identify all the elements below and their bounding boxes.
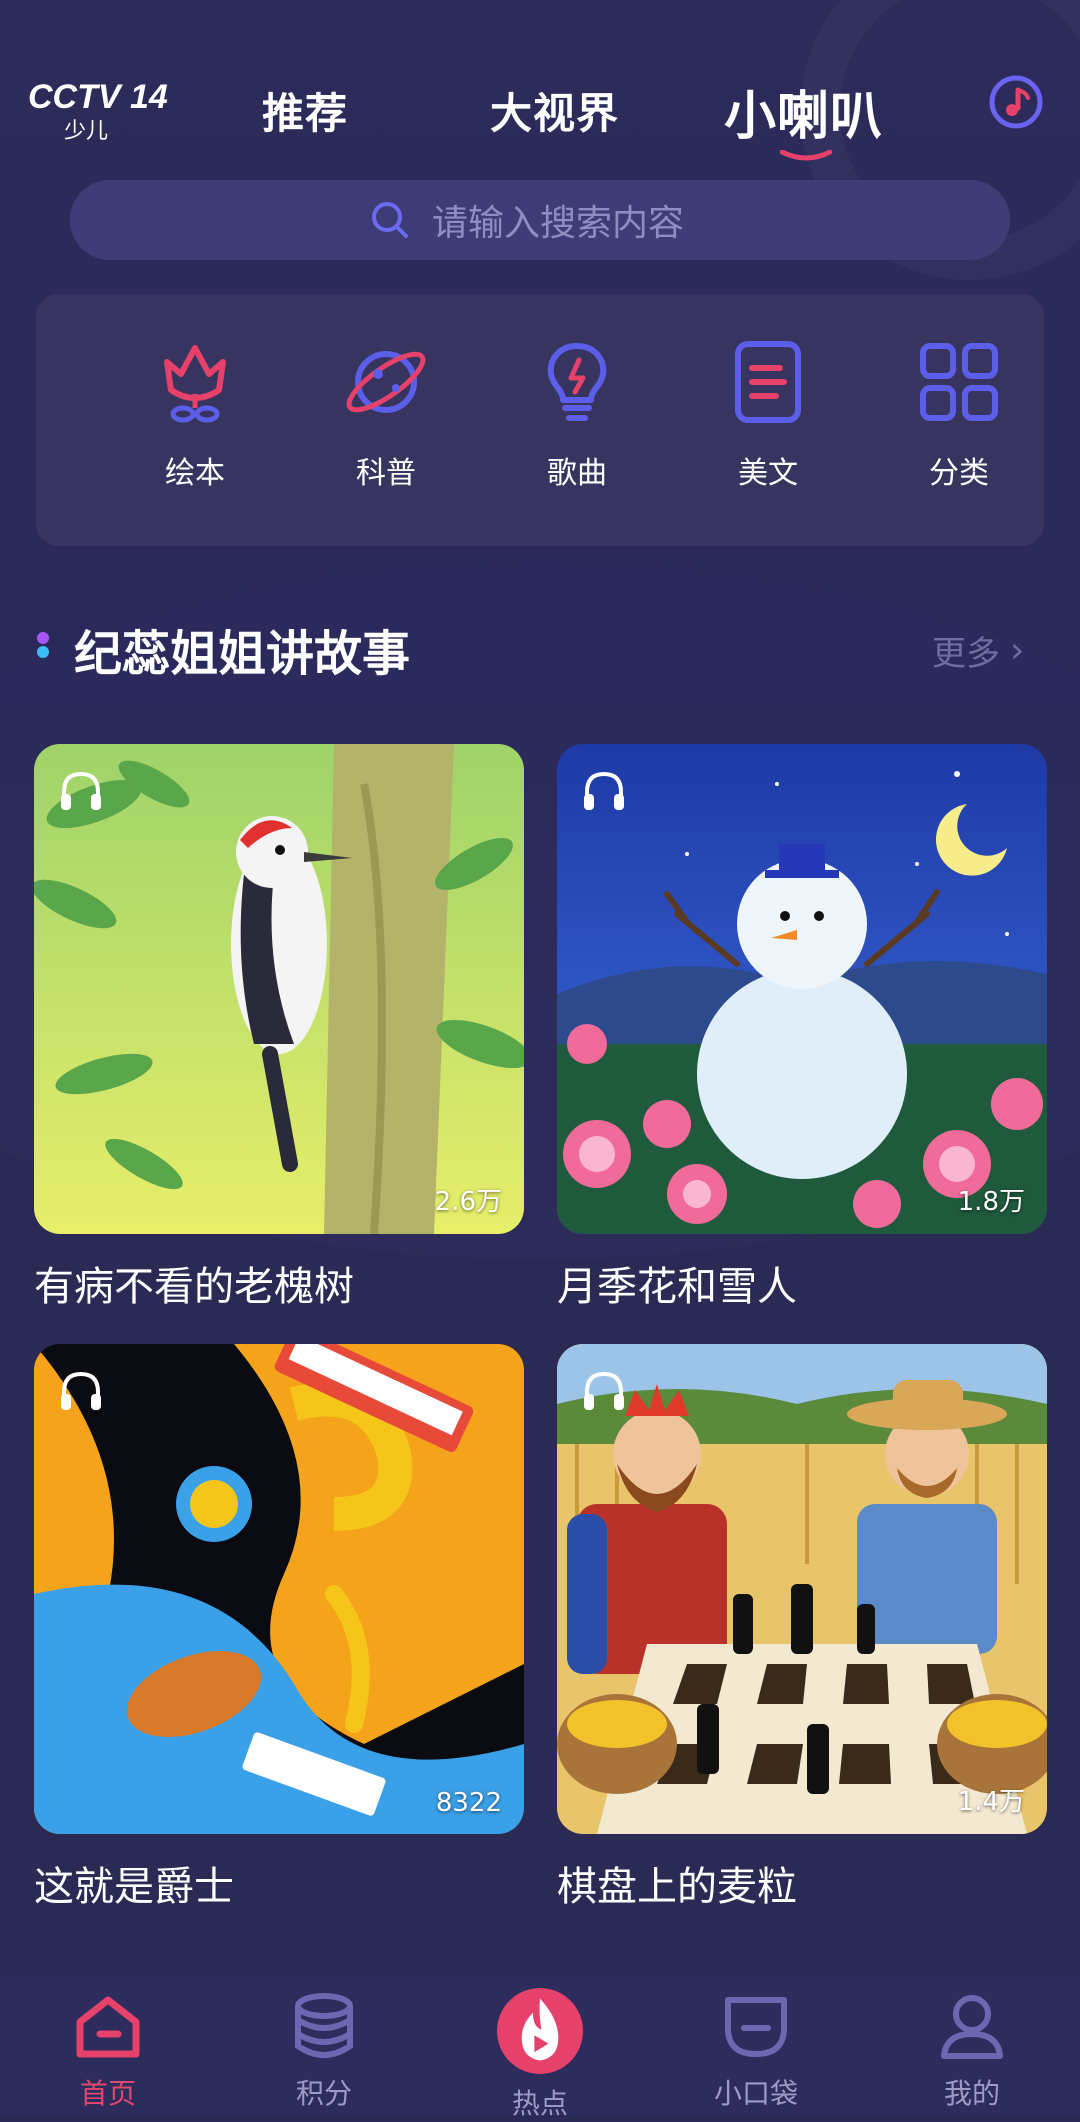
headphones-icon [584,771,624,810]
category-label: 科普 [356,456,416,491]
tab-pocket[interactable]: 小口袋 [691,1988,821,2112]
category-songs[interactable]: 歌曲 [507,334,647,492]
jazz-instruments-illustration [34,1344,524,1834]
chessboard-wheat-illustration [557,1344,1047,1834]
category-label: 分类 [929,456,989,491]
cctv14-logo: CCTV 14 少儿 [28,72,188,144]
more-label: 更多 [932,634,1000,674]
story-cover[interactable]: 2.6万 [34,744,524,1234]
music-note-icon[interactable] [986,72,1046,132]
headphones-icon [584,1371,624,1410]
story-card[interactable]: 2.6万 有病不看的老槐树 [34,744,524,1312]
logo-sub: 少儿 [64,119,108,142]
section-title: 纪蕊姐姐讲故事 [74,626,411,682]
document-icon [735,341,801,423]
chevron-right-icon: › [1010,630,1025,671]
search-placeholder: 请输入搜索内容 [432,203,685,244]
flower-book-icon [164,345,226,423]
grid-icon [920,343,998,421]
story-title[interactable]: 有病不看的老槐树 [34,1254,524,1312]
category-science[interactable]: 科普 [316,334,456,492]
story-card[interactable]: 8322 这就是爵士 [34,1344,524,1912]
coins-icon [295,1993,353,2058]
tab-label: 小口袋 [713,2077,798,2110]
tab-me[interactable]: 我的 [907,1988,1037,2112]
tab-home[interactable]: 首页 [43,1988,173,2112]
tab-label: 积分 [295,2077,352,2110]
search-icon [372,202,408,238]
tab-points[interactable]: 积分 [259,1988,389,2112]
tab-hot[interactable]: 热点 [475,1988,605,2122]
category-label: 美文 [738,456,798,491]
logo-text: CCTV 14 [28,78,168,116]
home-icon [76,1996,140,2058]
play-count: 1.4万 [957,1787,1025,1817]
category-picture-book[interactable]: 绘本 [125,334,265,492]
story-title[interactable]: 棋盘上的麦粒 [557,1854,1047,1912]
active-tab-indicator [780,150,832,161]
story-cover[interactable]: 8322 [34,1344,524,1834]
snowman-illustration [557,744,1047,1234]
flame-play-icon [497,1988,583,2074]
story-card[interactable]: 1.8万 月季花和雪人 [557,744,1047,1312]
play-count: 8322 [435,1788,502,1818]
search-input[interactable]: 请输入搜索内容 [70,180,1010,260]
tab-label: 首页 [79,2077,136,2110]
play-count: 2.6万 [434,1187,502,1217]
tab-label: 我的 [943,2077,1000,2110]
lightbulb-icon [547,343,607,421]
story-card[interactable]: 1.4万 棋盘上的麦粒 [557,1344,1047,1912]
story-cover[interactable]: 1.4万 [557,1344,1047,1834]
story-title[interactable]: 这就是爵士 [34,1854,524,1912]
category-label: 绘本 [165,456,225,491]
woodpecker-illustration [34,744,524,1234]
tab-recommend[interactable]: 推荐 [262,80,348,141]
bottom-tab-bar: 首页 积分 热点 小口袋 我的 [0,1976,1080,2120]
category-essays[interactable]: 美文 [698,334,838,492]
story-title[interactable]: 月季花和雪人 [557,1254,1047,1312]
headphones-icon [61,771,101,810]
play-count: 1.8万 [957,1187,1025,1217]
tab-little-trumpet[interactable]: 小喇叭 [724,74,883,149]
category-label: 歌曲 [547,456,607,491]
tab-big-vision[interactable]: 大视界 [490,80,619,141]
story-cover[interactable]: 1.8万 [557,744,1047,1234]
more-link[interactable]: 更多 › [932,626,1024,675]
category-all[interactable]: 分类 [889,334,1029,492]
pocket-icon [725,1997,787,2057]
headphones-icon [61,1371,101,1410]
category-panel: 绘本 科普 歌曲 美文 分类 [36,294,1044,546]
user-icon [941,1995,1003,2059]
section-marker-icon [37,632,49,658]
planet-icon [346,351,426,413]
tab-label: 热点 [511,2087,568,2120]
